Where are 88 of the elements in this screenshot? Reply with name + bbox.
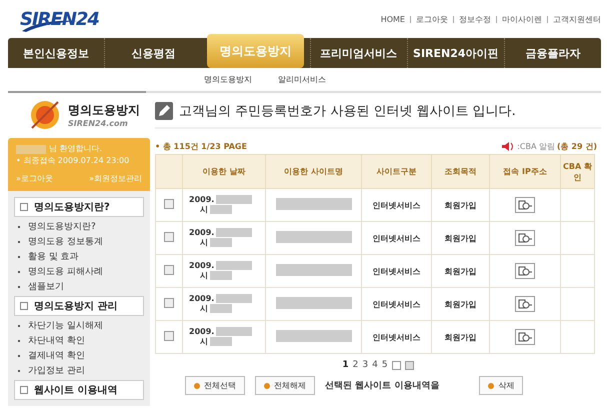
table-cell: 회원가입 <box>432 222 490 254</box>
last-login-text: • 최종접속 2009.07.24 23:00 <box>16 155 130 167</box>
subnav-link[interactable]: 명의도용방지 <box>204 74 252 88</box>
page-link[interactable]: 2 <box>352 360 358 370</box>
sidebar-link[interactable]: 차단내역 확인 <box>28 334 85 347</box>
header-cell <box>156 154 182 188</box>
checkbox[interactable] <box>164 199 174 209</box>
sidebar-link[interactable]: 명의도용방지란? <box>28 220 96 233</box>
legend-text: :CBA 알림 <box>517 141 555 152</box>
column-header: 사이트구분 <box>362 154 432 188</box>
section-title: 명의도용방지 관리 <box>34 300 118 313</box>
column-header: 이용한 날짜 <box>182 154 266 188</box>
action-button[interactable]: 전체해제 <box>255 376 315 395</box>
date-text: 2009. <box>189 228 214 237</box>
redaction-mark <box>16 144 46 154</box>
nav-tab[interactable]: SIREN24아이핀 <box>406 38 504 68</box>
greeting-text: 님 환영합니다. <box>49 143 102 155</box>
section-header[interactable]: 웹사이트 이용내역 <box>14 380 144 400</box>
top-link[interactable]: HOME <box>380 14 405 24</box>
time-text: 시 <box>200 336 208 347</box>
action-button[interactable]: 전체선택 <box>185 376 245 395</box>
pencil-icon <box>155 102 173 120</box>
last-page-icon[interactable] <box>404 360 414 370</box>
column-header: 접속 IP주소 <box>490 154 560 188</box>
table-cell: 회원가입 <box>432 254 490 288</box>
next-page-icon[interactable] <box>392 360 401 370</box>
table-cell: 회원가입 <box>432 188 490 222</box>
sidebar-link[interactable]: 명의도용 피해사례 <box>28 265 103 278</box>
date-text: 2009. <box>189 195 214 204</box>
sidebar-link[interactable]: 샘플보기 <box>28 280 64 293</box>
checkbox[interactable] <box>164 265 174 275</box>
sidebar-link[interactable]: 가입정보 관리 <box>28 364 85 377</box>
table-cell: 인터넷서비스 <box>362 320 432 354</box>
table-cell: 인터넷서비스 <box>362 222 432 254</box>
ip-lookup-button[interactable] <box>515 197 535 213</box>
page-link[interactable]: 1 <box>342 360 349 370</box>
sidebar-link[interactable]: 차단기능 일시해제 <box>28 319 103 332</box>
badge-icon <box>28 98 62 132</box>
column-header: 조회목적 <box>432 154 490 188</box>
page-link[interactable]: 5 <box>382 360 388 370</box>
ip-lookup-button[interactable] <box>515 329 535 345</box>
table-cell: 인터넷서비스 <box>362 288 432 320</box>
summary-text: • 총 115건 1/23 PAGE <box>155 141 247 152</box>
subnav-link[interactable]: 알리미서비스 <box>278 74 326 88</box>
page-heading: 고객님의 주민등록번호가 사용된 인터넷 웹사이트 입니다. <box>179 103 516 120</box>
top-link[interactable]: 정보수정 <box>459 14 491 24</box>
ip-lookup-button[interactable] <box>515 263 535 279</box>
section-header[interactable]: 명의도용방지란? <box>14 197 144 217</box>
column-header: CBA 확인 <box>560 154 594 188</box>
selection-label: 선택된 웹사이트 이용내역을 <box>325 380 440 392</box>
table-cell: 회원가입 <box>432 320 490 354</box>
date-text: 2009. <box>189 327 214 336</box>
top-link[interactable]: 로그아웃 <box>416 14 448 24</box>
table-cell: 인터넷서비스 <box>362 188 432 222</box>
column-header: 이용한 사이트명 <box>266 154 362 188</box>
checkbox[interactable] <box>164 331 174 341</box>
date-text: 2009. <box>189 261 214 270</box>
section-title: 웹사이트 이용내역 <box>34 384 118 397</box>
time-text: 시 <box>200 303 208 314</box>
nav-tab[interactable]: 프리미엄서비스 <box>310 38 407 68</box>
brand-title: 명의도용방지 <box>68 102 140 119</box>
checkbox[interactable] <box>164 298 174 308</box>
nav-tab[interactable]: 본인신용정보 <box>8 38 104 68</box>
top-link[interactable]: 마이사이렌 <box>502 14 542 24</box>
section-title: 명의도용방지란? <box>34 201 110 214</box>
page-link[interactable]: 3 <box>362 360 368 370</box>
ip-lookup-button[interactable] <box>515 296 535 312</box>
checkbox[interactable] <box>164 232 174 242</box>
sidebar-link[interactable]: 활용 및 효과 <box>28 250 79 263</box>
total-text: (총 29 건) <box>556 141 597 152</box>
time-text: 시 <box>200 270 208 281</box>
sidebar-link[interactable]: 결제내역 확인 <box>28 349 85 362</box>
section-header[interactable]: 명의도용방지 관리 <box>14 296 144 316</box>
time-text: 시 <box>200 204 208 215</box>
table-cell: 인터넷서비스 <box>362 254 432 288</box>
nav-tab[interactable]: 금융플라자 <box>504 38 602 68</box>
ip-lookup-button[interactable] <box>515 230 535 246</box>
action-button[interactable]: 삭제 <box>479 376 524 395</box>
speaker-icon <box>501 141 516 152</box>
sidebar-link[interactable]: 명의도용 정보통계 <box>28 235 103 248</box>
logo[interactable]: SIREN24 <box>8 3 103 35</box>
brand-subtitle: SIREN24.com <box>68 119 129 128</box>
page-link[interactable]: 4 <box>372 360 378 370</box>
table-cell: 회원가입 <box>432 288 490 320</box>
date-text: 2009. <box>189 294 214 303</box>
top-link[interactable]: 고객지원센터 <box>553 14 601 24</box>
time-text: 시 <box>200 237 208 248</box>
nav-tab[interactable]: 신용평점 <box>104 38 202 68</box>
